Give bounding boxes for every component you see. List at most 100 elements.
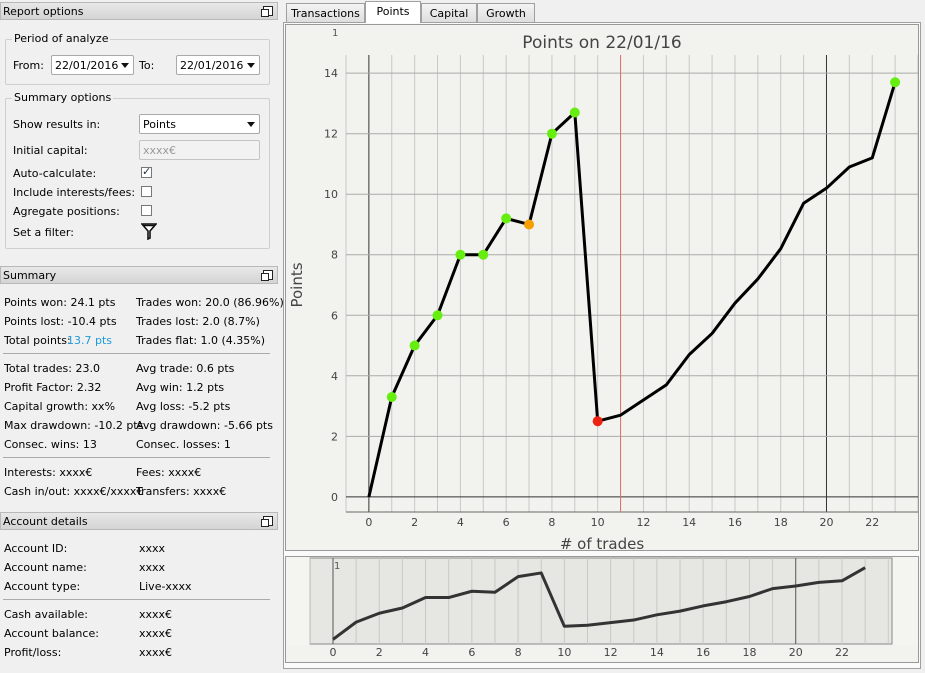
account-type-value: Live-xxxx [139,580,192,593]
overview-x-tick-label: 20 [789,646,803,659]
account-balance-label: Account balance: [4,627,99,640]
y-axis-label: Points [288,262,306,307]
trades-flat: Trades flat: 1.0 (4.35%) [136,334,266,347]
y-tick-label: 10 [324,188,338,201]
account-name-value: xxxx [139,561,166,574]
chevron-down-icon [121,63,129,68]
to-label: To: [139,59,155,72]
report-options-title: Report options [3,5,84,18]
data-point-win [386,391,397,402]
corner-label: 1 [332,28,338,39]
x-tick-label: 4 [457,516,464,529]
avg-drawdown: Avg drawdown: -5.66 pts [136,419,273,432]
profit-loss-value: xxxx€ [139,646,173,659]
overview-x-tick-label: 2 [376,646,383,659]
avg-win: Avg win: 1.2 pts [136,381,225,394]
overview-x-tick-label: 22 [835,646,849,659]
summary-options-title: Summary options [12,91,114,104]
data-point-win [569,107,580,118]
period-title: Period of analyze [12,32,111,45]
points-won: Points won: 24.1 pts [4,296,116,309]
x-tick-label: 22 [865,516,879,529]
filter-funnel-icon[interactable] [141,223,157,240]
divider [3,353,270,354]
summary-header: Summary [0,266,278,284]
transfers: Transfers: xxxx€ [136,485,227,498]
x-tick-label: 14 [682,516,696,529]
plot-area [346,55,918,512]
avg-trade: Avg trade: 0.6 pts [136,362,235,375]
from-date-value: 22/01/2016 [55,59,119,72]
overview-x-tick-label: 4 [422,646,429,659]
data-point-win [478,249,489,260]
chevron-down-icon [247,63,255,68]
cash-available-label: Cash available: [4,608,88,621]
consec-losses: Consec. losses: 1 [136,438,231,451]
tab-growth[interactable]: Growth [477,3,535,22]
tab-points[interactable]: Points [365,1,421,23]
tab-capital[interactable]: Capital [421,3,477,22]
x-tick-label: 8 [548,516,555,529]
overview-chart[interactable]: 1 0 2 4 6 8 10 12 14 16 18 20 22 [285,556,919,663]
summary-title: Summary [3,269,57,282]
overview-x-tick-label: 8 [515,646,522,659]
trades-won: Trades won: 20.0 (86.96%) [136,296,284,309]
total-trades: Total trades: 23.0 [4,362,100,375]
x-tick-label: 20 [819,516,833,529]
data-point-win [546,128,557,139]
report-options-header: Report options [0,2,278,20]
cash-available-value: xxxx€ [139,608,173,621]
from-label: From: [13,59,44,72]
include-fees-label: Include interests/fees: [13,186,136,199]
y-tick-label: 0 [331,491,338,504]
data-point-win [432,310,443,321]
fees: Fees: xxxx€ [136,466,202,479]
data-point-win [455,249,466,260]
initial-capital-input[interactable]: xxxx€ [139,140,260,160]
x-tick-label: 12 [636,516,650,529]
chart-title: Points on 22/01/16 [522,33,681,53]
show-results-value: Points [143,118,177,131]
total-points-value: 13.7 pts [67,334,113,347]
restore-icon[interactable] [261,516,273,527]
filter-label: Set a filter: [13,226,74,239]
max-drawdown: Max drawdown: -10.2 pts [4,419,144,432]
overview-x-tick-label: 14 [650,646,664,659]
data-point-win [409,340,420,351]
account-id-value: xxxx [139,542,166,555]
data-point-win [501,213,512,224]
initial-capital-placeholder: xxxx€ [143,144,177,157]
to-date-picker[interactable]: 22/01/2016 [176,55,260,75]
trades-lost: Trades lost: 2.0 (8.7%) [136,315,260,328]
overview-x-tick-label: 6 [468,646,475,659]
profit-loss-label: Profit/loss: [4,646,62,659]
interests: Interests: xxxx€ [4,466,93,479]
data-point-win [890,77,901,88]
restore-icon[interactable] [261,270,273,281]
x-tick-label: 18 [774,516,788,529]
restore-icon[interactable] [261,6,273,17]
y-tick-label: 2 [331,430,338,443]
aggregate-checkbox[interactable] [141,205,152,216]
tab-transactions[interactable]: Transactions [286,3,365,22]
show-results-label: Show results in: [13,118,101,131]
y-tick-label: 4 [331,370,338,383]
consec-wins: Consec. wins: 13 [4,438,97,451]
overview-x-tick-label: 10 [557,646,571,659]
include-fees-checkbox[interactable] [141,186,152,197]
show-results-select[interactable]: Points [139,114,260,134]
overview-selection [309,557,893,645]
avg-loss: Avg loss: -5.2 pts [136,400,231,413]
cash-in-out: Cash in/out: xxxx€/xxxx€ [4,485,144,498]
capital-growth: Capital growth: xx% [4,400,116,413]
aggregate-label: Agregate positions: [13,205,120,218]
overview-x-tick-label: 18 [742,646,756,659]
auto-calc-checkbox[interactable] [141,165,152,178]
account-details-title: Account details [3,515,88,528]
overview-x-tick-label: 12 [604,646,618,659]
total-points-label: Total points: [4,334,71,347]
account-balance-value: xxxx€ [139,627,173,640]
points-chart[interactable]: 0 2 4 6 8 10 12 14 0 2 4 6 8 10 12 14 16 18 20 22 1 Points … [285,24,919,553]
from-date-picker[interactable]: 22/01/2016 [51,55,134,75]
account-type-label: Account type: [4,580,81,593]
